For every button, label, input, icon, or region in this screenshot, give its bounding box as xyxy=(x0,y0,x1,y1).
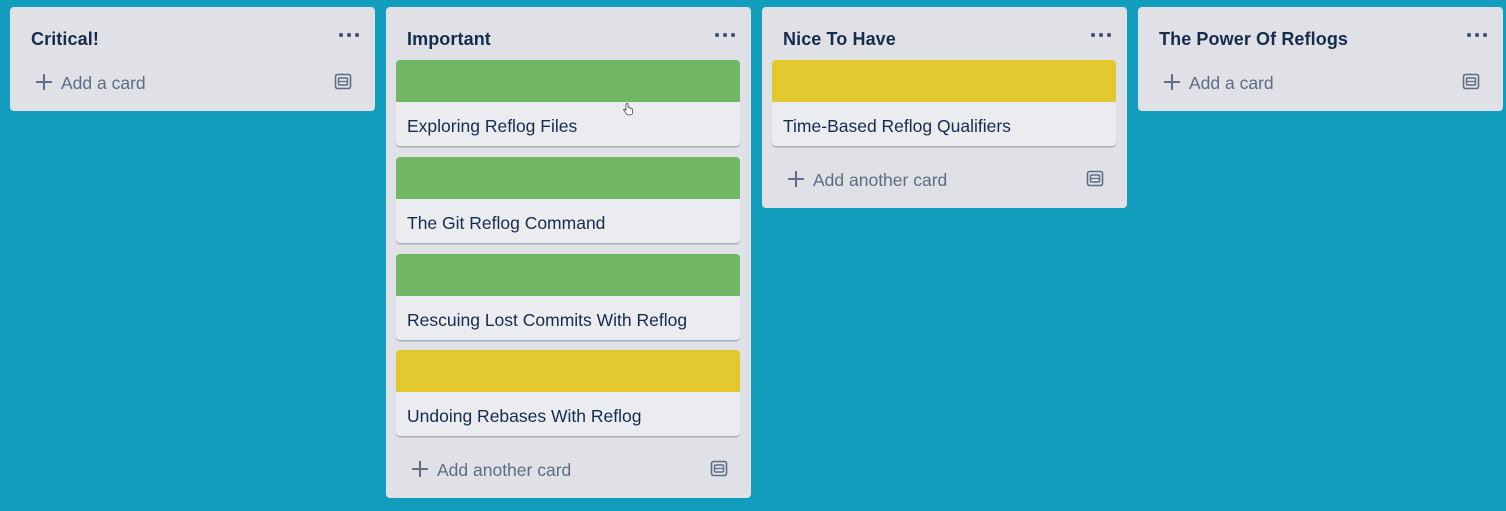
plus-icon xyxy=(1164,74,1180,90)
add-card-label: Add another card xyxy=(813,170,948,190)
add-card-button[interactable]: Add another card xyxy=(396,451,686,487)
more-horizontal-icon[interactable] xyxy=(1089,27,1113,41)
add-card-label: Add another card xyxy=(437,460,572,480)
card-cover xyxy=(396,60,740,102)
more-horizontal-icon[interactable] xyxy=(337,27,361,41)
board: Critical! Add a card Important Exploring… xyxy=(0,0,1506,511)
card[interactable]: Time-Based Reflog Qualifiers xyxy=(772,60,1116,146)
card-title: Time-Based Reflog Qualifiers xyxy=(783,116,1011,136)
card-cover xyxy=(396,254,740,296)
mouse-cursor-icon xyxy=(623,103,633,116)
card-title: Exploring Reflog Files xyxy=(407,116,578,136)
more-horizontal-icon[interactable] xyxy=(1465,27,1489,41)
card-composer: Add a card xyxy=(20,64,364,100)
plus-icon xyxy=(36,74,52,90)
list-title[interactable]: Important xyxy=(407,29,491,50)
list-title[interactable]: The Power Of Reflogs xyxy=(1159,29,1348,50)
card-cover xyxy=(396,350,740,392)
list-header: The Power Of Reflogs xyxy=(1138,7,1503,59)
list-title[interactable]: Nice To Have xyxy=(783,29,896,50)
list-header: Critical! xyxy=(10,7,375,59)
card[interactable]: Exploring Reflog Files xyxy=(396,60,740,146)
card[interactable]: Rescuing Lost Commits With Reflog xyxy=(396,254,740,340)
more-horizontal-icon[interactable] xyxy=(713,27,737,41)
card-title: Rescuing Lost Commits With Reflog xyxy=(407,310,688,330)
card-template-icon[interactable] xyxy=(1462,73,1480,90)
list-header: Important xyxy=(386,7,751,59)
plus-icon xyxy=(788,171,804,187)
list-important: Important Exploring Reflog Files The Git… xyxy=(386,7,751,498)
add-card-button[interactable]: Add a card xyxy=(20,64,310,100)
card-composer: Add another card xyxy=(396,451,740,487)
card-cover xyxy=(396,157,740,199)
card-title: The Git Reflog Command xyxy=(407,213,606,233)
list-critical: Critical! Add a card xyxy=(10,7,375,111)
add-card-label: Add a card xyxy=(1189,73,1274,93)
card-title: Undoing Rebases With Reflog xyxy=(407,406,642,426)
card-template-icon[interactable] xyxy=(1086,170,1104,187)
add-card-label: Add a card xyxy=(61,73,146,93)
card-composer: Add a card xyxy=(1148,64,1492,100)
card-template-icon[interactable] xyxy=(334,73,352,90)
list-the-power-of-reflogs: The Power Of Reflogs Add a card xyxy=(1138,7,1503,111)
card[interactable]: Undoing Rebases With Reflog xyxy=(396,350,740,436)
list-header: Nice To Have xyxy=(762,7,1127,59)
card-template-icon[interactable] xyxy=(710,460,728,477)
card-cover xyxy=(772,60,1116,102)
list-title[interactable]: Critical! xyxy=(31,29,99,50)
card[interactable]: The Git Reflog Command xyxy=(396,157,740,243)
add-card-button[interactable]: Add a card xyxy=(1148,64,1438,100)
list-nice-to-have: Nice To Have Time-Based Reflog Qualifier… xyxy=(762,7,1127,208)
add-card-button[interactable]: Add another card xyxy=(772,161,1062,197)
plus-icon xyxy=(412,461,428,477)
card-composer: Add another card xyxy=(772,161,1116,197)
